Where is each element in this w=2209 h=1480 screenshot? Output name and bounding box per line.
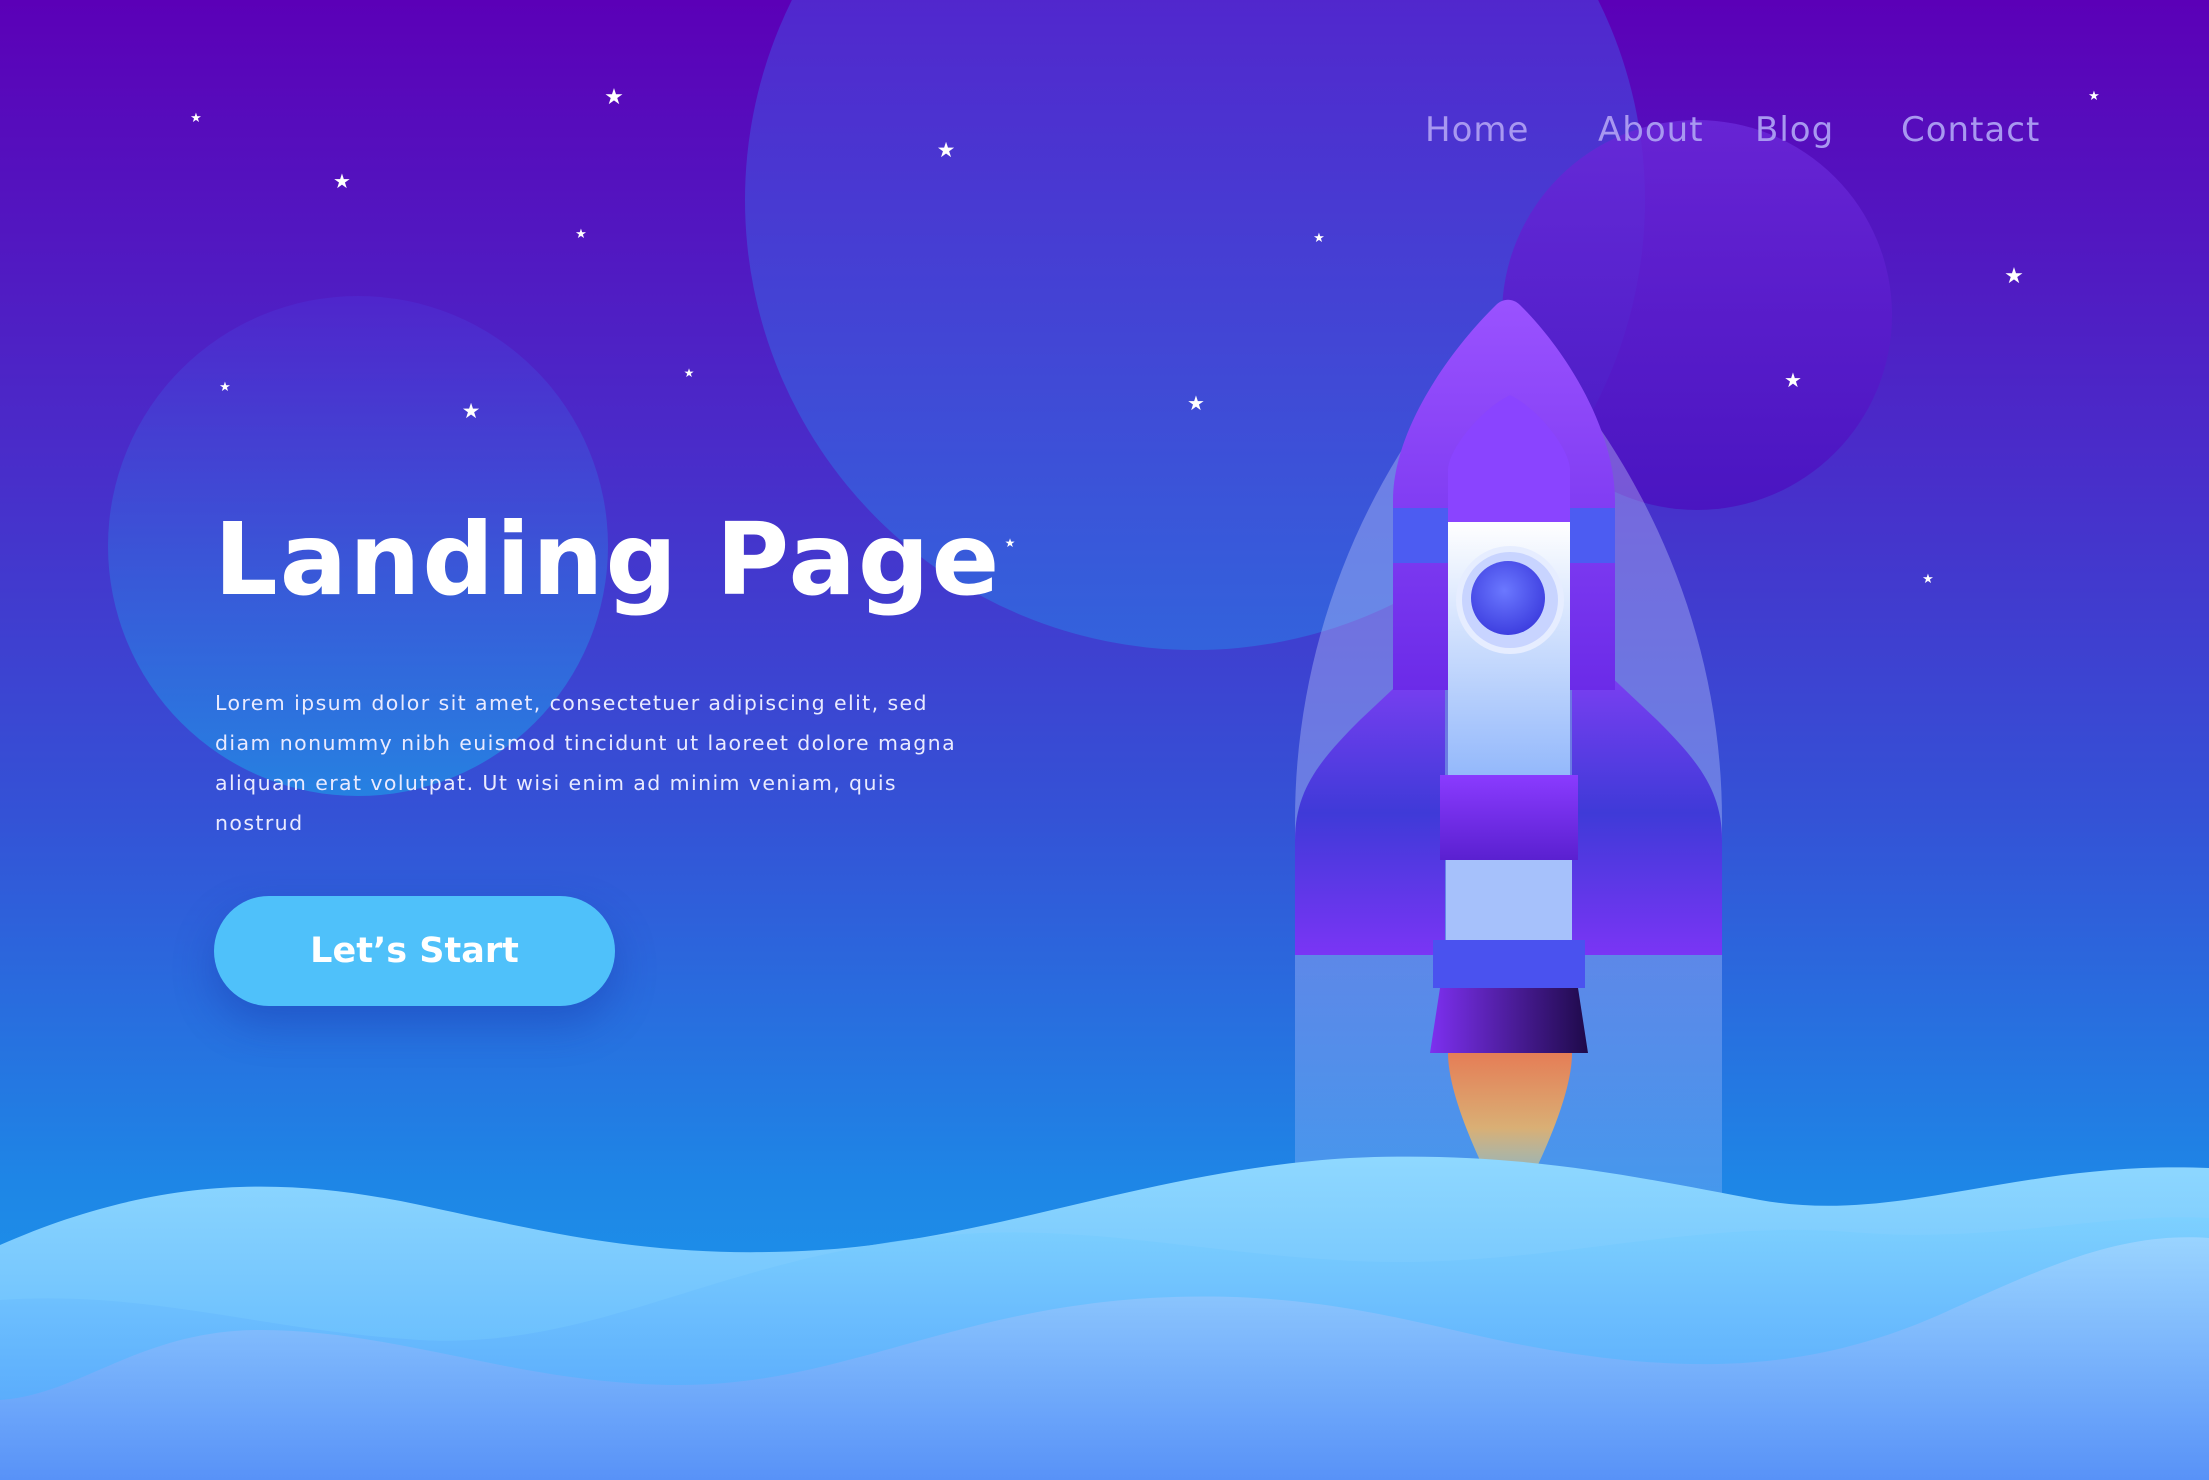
- nav-blog[interactable]: Blog: [1755, 110, 1834, 150]
- star-icon: ★: [1005, 536, 1016, 550]
- rocket-lower-body: [1446, 860, 1572, 942]
- nav-about[interactable]: About: [1598, 110, 1704, 150]
- star-icon: ★: [604, 85, 624, 110]
- star-icon: ★: [1784, 368, 1802, 392]
- star-icon: ★: [2088, 89, 2100, 104]
- star-icon: ★: [575, 227, 587, 242]
- nav-home[interactable]: Home: [1425, 110, 1529, 150]
- lets-start-button[interactable]: Let’s Start: [214, 896, 615, 1006]
- nav-contact[interactable]: Contact: [1901, 110, 2040, 150]
- rocket-base-ring: [1433, 940, 1585, 988]
- star-icon: ★: [219, 380, 231, 395]
- star-icon: ★: [333, 169, 351, 193]
- star-icon: ★: [2004, 264, 2024, 289]
- page-title: Landing Page: [214, 501, 1002, 618]
- right-band: [1570, 508, 1615, 563]
- rocket-window: [1456, 546, 1564, 654]
- hero-description: Lorem ipsum dolor sit amet, consectetuer…: [215, 691, 957, 835]
- left-band: [1393, 508, 1448, 563]
- rocket-band: [1440, 775, 1578, 860]
- star-icon: ★: [1187, 391, 1205, 415]
- star-icon: ★: [462, 399, 481, 423]
- landing-page: ★ ★ ★ ★ ★ ★ ★ ★ ★ ★ ★ ★ ★ ★ ★ Home About…: [0, 0, 2209, 1480]
- star-icon: ★: [684, 366, 695, 380]
- rocket-nozzle: [1430, 988, 1588, 1053]
- main-nav: Home About Blog Contact: [0, 110, 2209, 170]
- cloud-waves: [0, 1156, 2209, 1480]
- star-icon: ★: [1922, 572, 1934, 587]
- star-icon: ★: [1313, 231, 1325, 246]
